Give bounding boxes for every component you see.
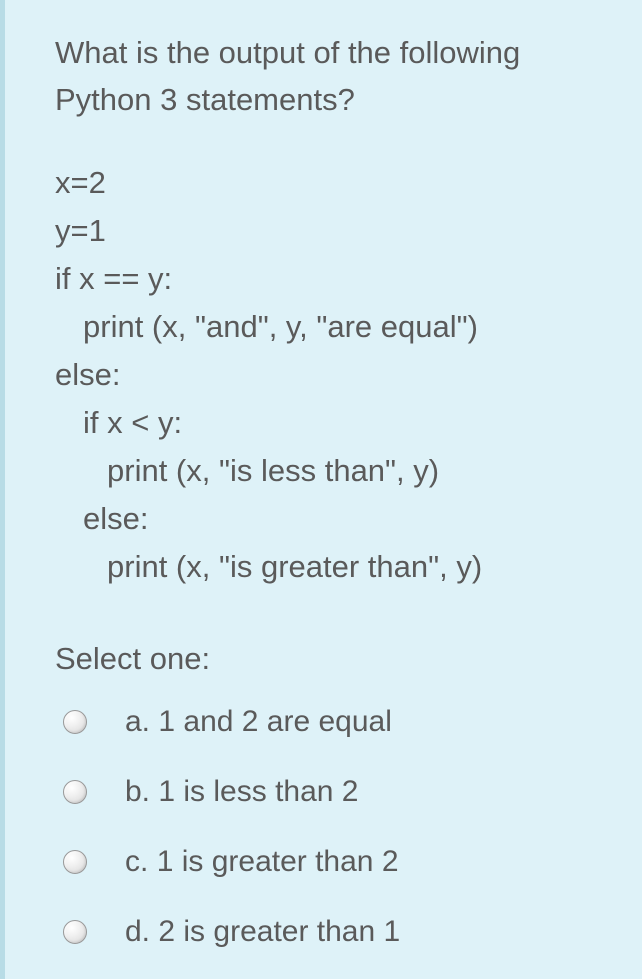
code-line: if x == y: [55,255,612,303]
option-letter: a. [125,705,150,738]
option-text: 1 and 2 are equal [158,705,392,738]
code-line: y=1 [55,207,612,255]
question-text: What is the output of the following Pyth… [55,30,612,123]
options-list: a. 1 and 2 are equal b. 1 is less than 2… [55,705,612,949]
option-label: c. 1 is greater than 2 [125,845,399,879]
option-letter: c. [125,845,148,878]
radio-button-c[interactable] [63,850,87,874]
option-text: 2 is greater than 1 [158,915,400,948]
option-letter: d. [125,915,150,948]
code-line: x=2 [55,159,612,207]
radio-button-a[interactable] [63,710,87,734]
option-label: a. 1 and 2 are equal [125,705,392,739]
radio-button-d[interactable] [63,920,87,944]
code-line: print (x, "and", y, "are equal") [55,303,612,351]
option-label: b. 1 is less than 2 [125,775,359,809]
radio-button-b[interactable] [63,780,87,804]
code-line: else: [55,351,612,399]
code-line: print (x, "is greater than", y) [55,543,612,591]
option-d[interactable]: d. 2 is greater than 1 [63,915,612,949]
code-block: x=2 y=1 if x == y: print (x, "and", y, "… [55,159,612,591]
option-c[interactable]: c. 1 is greater than 2 [63,845,612,879]
quiz-container: What is the output of the following Pyth… [0,0,642,979]
option-b[interactable]: b. 1 is less than 2 [63,775,612,809]
option-letter: b. [125,775,150,808]
code-line: else: [55,495,612,543]
option-text: 1 is less than 2 [158,775,358,808]
option-text: 1 is greater than 2 [157,845,399,878]
option-a[interactable]: a. 1 and 2 are equal [63,705,612,739]
option-label: d. 2 is greater than 1 [125,915,400,949]
code-line: print (x, "is less than", y) [55,447,612,495]
code-line: if x < y: [55,399,612,447]
select-one-label: Select one: [55,641,612,677]
